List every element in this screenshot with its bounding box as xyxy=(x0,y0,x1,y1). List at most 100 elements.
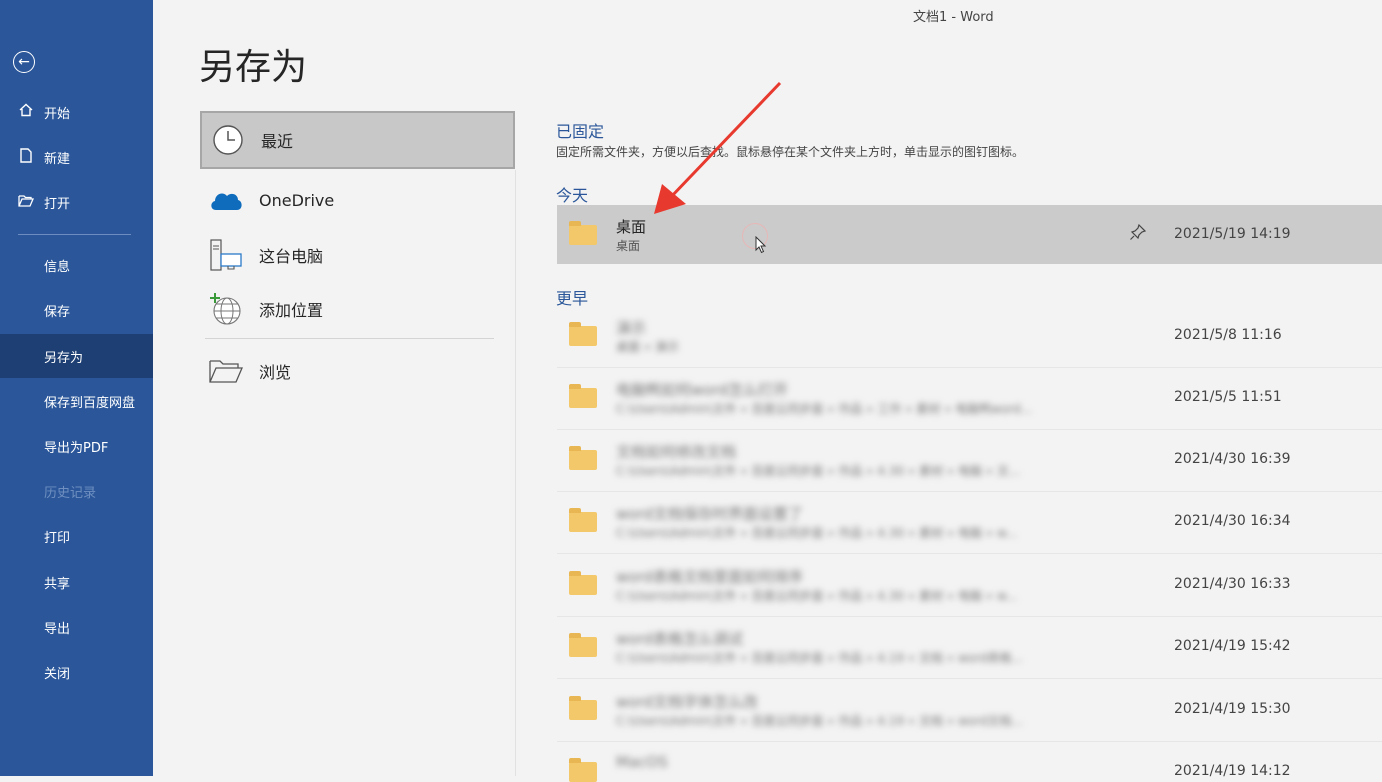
folder-date: 2021/4/30 16:39 xyxy=(1174,451,1291,467)
nav-item-label: 导出 xyxy=(44,621,71,637)
folder-name: 电脑鸭如何word怎么打开 xyxy=(616,381,788,399)
nav-item-label: 打印 xyxy=(44,530,71,546)
folder-name: word文档保存时界面设置了 xyxy=(616,505,803,523)
location-add-place[interactable]: 添加位置 xyxy=(200,281,515,337)
folder-row[interactable]: word文档保存时界面设置了 C:\Users\Admin\文件 » 百度云同步… xyxy=(557,492,1382,554)
clock-icon xyxy=(208,124,248,156)
folder-icon xyxy=(569,696,597,720)
nav-item-label: 历史记录 xyxy=(44,485,97,501)
nav-item-close[interactable]: 关闭 xyxy=(0,650,153,694)
folder-path: C:\Users\Admin\文件 » 百度云同步盘 » 作品 » 4.19 »… xyxy=(616,714,1023,728)
folder-name: 文档如何修改文档 xyxy=(616,443,737,461)
folder-icon xyxy=(569,322,597,346)
folder-date: 2021/5/19 14:19 xyxy=(1174,226,1291,242)
location-label: OneDrive xyxy=(259,190,335,210)
nav-divider xyxy=(18,234,131,235)
nav-item-label: 开始 xyxy=(44,106,71,122)
location-label: 添加位置 xyxy=(259,301,324,320)
nav-item-save-to-baidu[interactable]: 保存到百度网盘 xyxy=(0,379,153,423)
folder-row[interactable]: 电脑鸭如何word怎么打开 C:\Users\Admin\文件 » 百度云同步盘… xyxy=(557,368,1382,430)
folder-date: 2021/4/19 15:42 xyxy=(1174,638,1291,654)
window-title: 文档1 - Word xyxy=(913,10,994,25)
open-folder-icon xyxy=(18,194,34,211)
folder-row[interactable]: 文档如何修改文档 C:\Users\Admin\文件 » 百度云同步盘 » 作品… xyxy=(557,430,1382,492)
folder-date: 2021/5/8 11:16 xyxy=(1174,327,1282,343)
folder-path: C:\Users\Admin\文件 » 百度云同步盘 » 作品 » 4.30 »… xyxy=(616,589,1018,603)
folder-row[interactable]: word表格怎么调试 C:\Users\Admin\文件 » 百度云同步盘 » … xyxy=(557,617,1382,679)
today-section-title: 今天 xyxy=(556,186,589,205)
folder-name: word表格文档里面如何排序 xyxy=(616,568,803,586)
nav-item-history: 历史记录 xyxy=(0,469,153,513)
folder-row[interactable]: word表格文档里面如何排序 C:\Users\Admin\文件 » 百度云同步… xyxy=(557,555,1382,617)
nav-item-save-as[interactable]: 另存为 xyxy=(0,334,153,378)
nav-item-label: 打开 xyxy=(44,196,71,212)
nav-item-share[interactable]: 共享 xyxy=(0,560,153,604)
folder-path: C:\Users\Admin\文件 » 百度云同步盘 » 作品 » 工作 » 素… xyxy=(616,402,1033,416)
folder-date: 2021/4/30 16:33 xyxy=(1174,576,1291,592)
folder-row[interactable]: MacOS 2021/4/19 14:12 xyxy=(557,742,1382,782)
nav-item-save[interactable]: 保存 xyxy=(0,288,153,332)
folder-icon xyxy=(569,508,597,532)
folder-icon xyxy=(569,633,597,657)
nav-item-label: 关闭 xyxy=(44,666,71,682)
folder-date: 2021/4/19 15:30 xyxy=(1174,701,1291,717)
locations-divider xyxy=(205,338,494,339)
location-browse[interactable]: 浏览 xyxy=(200,343,515,399)
page-title: 另存为 xyxy=(199,47,308,88)
folder-date: 2021/4/19 14:12 xyxy=(1174,763,1291,779)
folder-path: C:\Users\Admin\文件 » 百度云同步盘 » 作品 » 4.30 »… xyxy=(616,464,1021,478)
nav-item-info[interactable]: 信息 xyxy=(0,243,153,287)
folder-date: 2021/4/30 16:34 xyxy=(1174,513,1291,529)
folder-path: C:\Users\Admin\文件 » 百度云同步盘 » 作品 » 4.19 »… xyxy=(616,651,1023,665)
folder-icon xyxy=(569,758,597,782)
mouse-cursor-icon xyxy=(755,235,767,258)
add-location-globe-icon xyxy=(206,292,246,326)
title-bar: 文档1 - Word xyxy=(153,0,1382,28)
nav-item-new[interactable]: 新建 xyxy=(0,135,153,179)
nav-item-export-pdf[interactable]: 导出为PDF xyxy=(0,424,153,468)
nav-item-label: 另存为 xyxy=(44,350,84,366)
home-icon xyxy=(18,103,34,121)
new-document-icon xyxy=(18,147,34,167)
location-label: 这台电脑 xyxy=(259,247,324,266)
computer-icon xyxy=(206,238,246,272)
location-onedrive[interactable]: OneDrive xyxy=(200,172,515,228)
pinned-section-title: 已固定 xyxy=(556,122,605,141)
location-label: 最近 xyxy=(261,132,294,151)
onedrive-cloud-icon xyxy=(206,189,246,211)
nav-item-label: 导出为PDF xyxy=(44,440,109,456)
backstage-nav: ← 开始 新建 打开 信息 保存 另存为 保存到百度网盘 导出为PDF 历史记录… xyxy=(0,0,153,776)
pinned-section-description: 固定所需文件夹，方便以后查找。鼠标悬停在某个文件夹上方时，单击显示的图钉图标。 xyxy=(556,145,1025,159)
folder-icon xyxy=(569,384,597,408)
folder-icon xyxy=(569,221,597,245)
folder-name: MacOS xyxy=(616,753,668,771)
folder-path: C:\Users\Admin\文件 » 百度云同步盘 » 作品 » 4.30 »… xyxy=(616,526,1018,540)
column-divider xyxy=(515,170,516,776)
nav-item-export[interactable]: 导出 xyxy=(0,605,153,649)
location-label: 浏览 xyxy=(259,363,292,382)
folder-icon xyxy=(569,446,597,470)
annotation-arrow-icon xyxy=(640,80,785,224)
nav-item-home[interactable]: 开始 xyxy=(0,90,153,134)
nav-item-open[interactable]: 打开 xyxy=(0,180,153,224)
folder-icon xyxy=(569,571,597,595)
nav-item-label: 保存 xyxy=(44,304,71,320)
nav-item-label: 共享 xyxy=(44,576,71,592)
back-arrow-icon[interactable]: ← xyxy=(13,51,35,73)
nav-item-label: 保存到百度网盘 xyxy=(44,395,136,411)
folder-name: 演示 xyxy=(616,319,647,337)
nav-item-label: 信息 xyxy=(44,259,71,275)
folder-row[interactable]: 演示 桌面 » 演示 2021/5/8 11:16 xyxy=(557,306,1382,368)
folder-date: 2021/5/5 11:51 xyxy=(1174,389,1282,405)
folder-name: word表格怎么调试 xyxy=(616,630,743,648)
folder-path: 桌面 » 演示 xyxy=(616,340,679,354)
nav-item-print[interactable]: 打印 xyxy=(0,514,153,558)
folder-path: 桌面 xyxy=(616,239,641,253)
location-this-pc[interactable]: 这台电脑 xyxy=(200,227,515,283)
browse-folder-icon xyxy=(206,358,246,384)
location-recent[interactable]: 最近 xyxy=(200,111,515,169)
nav-item-label: 新建 xyxy=(44,151,71,167)
pin-icon[interactable] xyxy=(1129,223,1147,245)
folder-name: word文档字体怎么改 xyxy=(616,693,758,711)
folder-row[interactable]: word文档字体怎么改 C:\Users\Admin\文件 » 百度云同步盘 »… xyxy=(557,680,1382,742)
